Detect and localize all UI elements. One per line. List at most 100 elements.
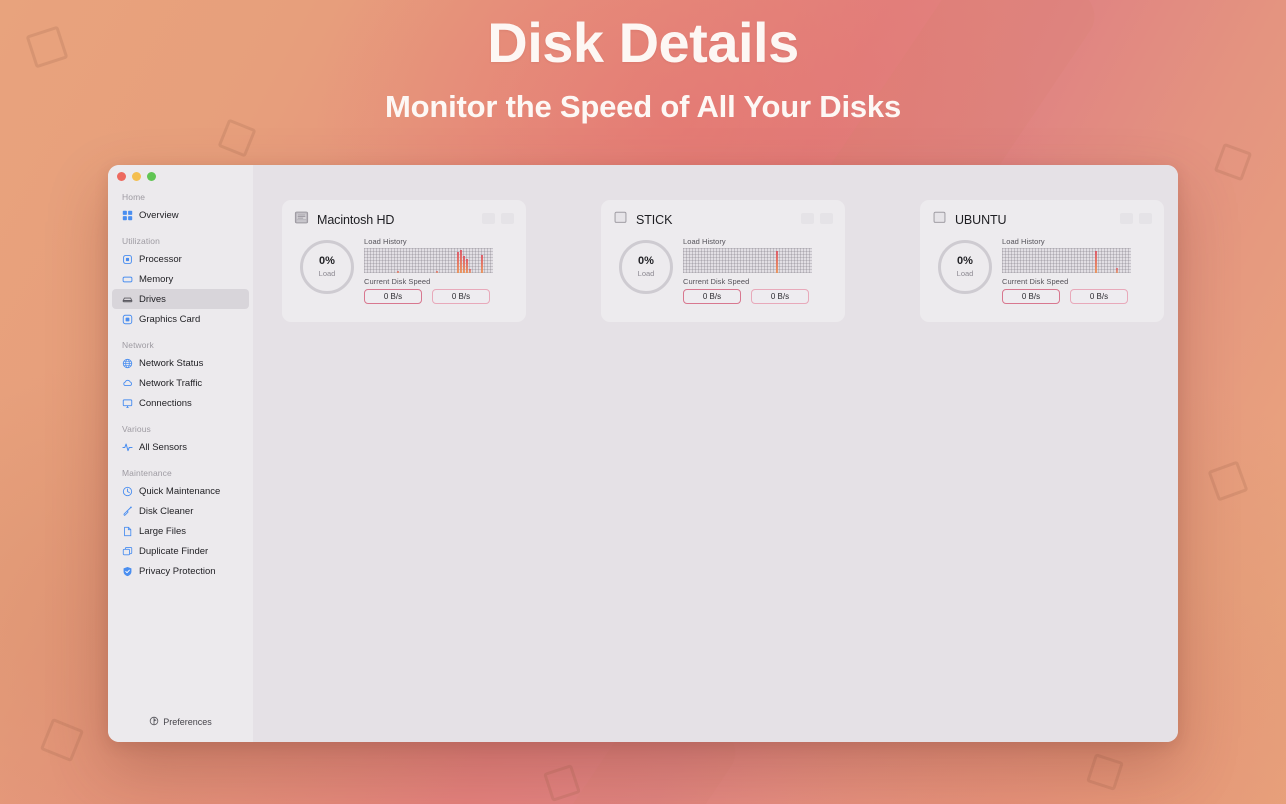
load-history-label: Load History xyxy=(1002,237,1045,246)
preferences-label: Preferences xyxy=(163,717,212,727)
page-subtitle: Monitor the Speed of All Your Disks xyxy=(384,89,902,124)
options-button[interactable] xyxy=(501,213,514,224)
disk-speed-row: 0 B/s 0 B/s xyxy=(683,289,833,304)
sidebar-item-processor[interactable]: Processor xyxy=(112,249,249,269)
preferences-button[interactable]: Preferences xyxy=(108,716,253,728)
load-history-chart xyxy=(1002,248,1131,273)
disk-metrics: Load History Current Disk Speed 0 B/s 0 B/s xyxy=(683,235,833,304)
load-percent: 0% xyxy=(638,255,654,268)
cpu-icon xyxy=(122,254,133,265)
disk-card-header: UBUNTU xyxy=(932,211,1152,229)
disk-card-actions xyxy=(1120,213,1152,224)
sidebar-item-label: Privacy Protection xyxy=(139,565,216,577)
expand-button[interactable] xyxy=(801,213,814,224)
cloud-icon xyxy=(122,378,133,389)
sidebar-group-header: Utilization xyxy=(122,236,160,246)
decorative-square xyxy=(217,118,257,158)
sidebar-item-label: Network Status xyxy=(139,357,204,369)
pulse-icon xyxy=(122,442,133,453)
sidebar-item-label: Connections xyxy=(139,397,192,409)
sidebar-item-label: Processor xyxy=(139,253,182,265)
minimize-button[interactable] xyxy=(132,172,141,181)
load-history-label: Load History xyxy=(683,237,726,246)
read-speed-value: 0 B/s xyxy=(1070,289,1128,304)
options-button[interactable] xyxy=(820,213,833,224)
page-title: Disk Details xyxy=(487,11,799,74)
sidebar-group-header: Maintenance xyxy=(122,468,172,478)
expand-button[interactable] xyxy=(482,213,495,224)
disk-speed-row: 0 B/s 0 B/s xyxy=(364,289,514,304)
sidebar-item-label: Graphics Card xyxy=(139,313,201,325)
disk-card-title: UBUNTU xyxy=(955,213,1007,227)
zoom-button[interactable] xyxy=(147,172,156,181)
sidebar-item-duplicate-finder[interactable]: Duplicate Finder xyxy=(112,541,249,561)
load-history-bar xyxy=(397,271,400,273)
load-gauge: 0% Load xyxy=(938,240,992,294)
disk-speed-row: 0 B/s 0 B/s xyxy=(1002,289,1152,304)
sidebar-group-header: Network xyxy=(122,340,154,350)
load-history-bar xyxy=(481,255,484,273)
drive-icon xyxy=(122,294,133,305)
load-gauge: 0% Load xyxy=(619,240,673,294)
current-disk-speed-label: Current Disk Speed xyxy=(1002,277,1069,286)
gpu-icon xyxy=(122,314,133,325)
decorative-square xyxy=(1086,753,1124,791)
load-gauge: 0% Load xyxy=(300,240,354,294)
sidebar-group: Network Network Status Network Traffic Conn… xyxy=(108,340,253,413)
shield-check-icon xyxy=(122,566,133,577)
load-history-bar xyxy=(1116,267,1119,273)
sidebar-item-label: Large Files xyxy=(139,525,186,537)
load-history-label: Load History xyxy=(364,237,407,246)
sidebar-item-overview[interactable]: Overview xyxy=(112,205,249,225)
write-speed-value: 0 B/s xyxy=(683,289,741,304)
sidebar-item-quick-maintenance[interactable]: Quick Maintenance xyxy=(112,481,249,501)
sidebar-item-label: Network Traffic xyxy=(139,377,203,389)
external-drive-icon xyxy=(932,210,947,230)
disk-card: STICK 0% Load Load History Current Disk Spee… xyxy=(601,200,845,322)
load-percent: 0% xyxy=(319,255,335,268)
decorative-square xyxy=(1207,460,1249,502)
disk-card-body: 0% Load Load History Current Disk Speed 0 B/… xyxy=(294,235,514,304)
disk-card-title: STICK xyxy=(636,213,673,227)
sidebar-item-connections[interactable]: Connections xyxy=(112,393,249,413)
disk-card: Macintosh HD 0% Load Load History Current Di… xyxy=(282,200,526,322)
load-percent: 0% xyxy=(957,255,973,268)
disk-metrics: Load History Current Disk Speed 0 B/s 0 B/s xyxy=(364,235,514,304)
main-content: Macintosh HD 0% Load Load History Current Di… xyxy=(253,165,1178,742)
sidebar-item-network-status[interactable]: Network Status xyxy=(112,353,249,373)
sidebar-item-label: Overview xyxy=(139,209,179,221)
sidebar-item-label: Memory xyxy=(139,273,174,285)
clock-icon xyxy=(122,486,133,497)
sidebar-item-network-traffic[interactable]: Network Traffic xyxy=(112,373,249,393)
sidebar-item-large-files[interactable]: Large Files xyxy=(112,521,249,541)
close-button[interactable] xyxy=(117,172,126,181)
sidebar-item-all-sensors[interactable]: All Sensors xyxy=(112,437,249,457)
load-gauge-label: Load xyxy=(318,268,336,278)
sidebar-item-disk-cleaner[interactable]: Disk Cleaner xyxy=(112,501,249,521)
sidebar-item-drives[interactable]: Drives xyxy=(112,289,249,309)
load-history-bar xyxy=(469,268,472,273)
hero-section: Disk Details Monitor the Speed of All Yo… xyxy=(0,0,1286,125)
current-disk-speed-label: Current Disk Speed xyxy=(364,277,431,286)
sidebar-item-privacy-protection[interactable]: Privacy Protection xyxy=(112,561,249,581)
disk-card-header: Macintosh HD xyxy=(294,211,514,229)
sidebar-item-graphics-card[interactable]: Graphics Card xyxy=(112,309,249,329)
sidebar-group-header: Various xyxy=(122,424,151,434)
sidebar-item-memory[interactable]: Memory xyxy=(112,269,249,289)
load-history-chart xyxy=(364,248,493,273)
load-history-bar xyxy=(436,271,439,273)
options-button[interactable] xyxy=(1139,213,1152,224)
write-speed-value: 0 B/s xyxy=(364,289,422,304)
expand-button[interactable] xyxy=(1120,213,1133,224)
broom-icon xyxy=(122,506,133,517)
sidebar-group-header: Home xyxy=(122,192,146,202)
disk-card-actions xyxy=(801,213,833,224)
sidebar-item-label: All Sensors xyxy=(139,441,188,453)
current-disk-speed-label: Current Disk Speed xyxy=(683,277,750,286)
decorative-square xyxy=(1213,142,1253,182)
copy-icon xyxy=(122,546,133,557)
file-icon xyxy=(122,526,133,537)
decorative-square xyxy=(39,717,85,763)
page-background: Disk Details Monitor the Speed of All Yo… xyxy=(0,0,1286,804)
disk-cards-container: Macintosh HD 0% Load Load History Current Di… xyxy=(253,200,1178,322)
